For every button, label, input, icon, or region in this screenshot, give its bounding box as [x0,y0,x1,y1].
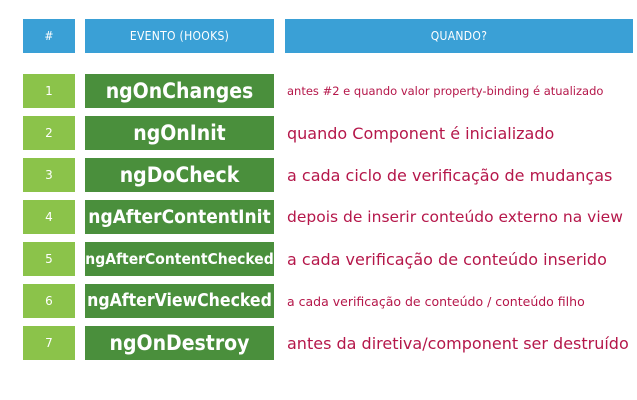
table-row: 7 ngOnDestroy antes da diretiva/componen… [0,326,637,360]
row-number: 6 [23,284,75,318]
row-number: 4 [23,200,75,234]
table-row: 4 ngAfterContentInit depois de inserir c… [0,200,637,234]
row-number: 2 [23,116,75,150]
row-number: 1 [23,74,75,108]
hook-description: antes da diretiva/component ser destruíd… [287,333,629,353]
header-when: QUANDO? [285,19,633,53]
hook-description: antes #2 e quando valor property-binding… [287,84,604,98]
table-row: 6 ngAfterViewChecked a cada verificação … [0,284,637,318]
header-event: EVENTO (HOOKS) [85,19,274,53]
hook-name: ngOnDestroy [85,326,274,360]
table-row: 3 ngDoCheck a cada ciclo de verificação … [0,158,637,192]
hook-description: quando Component é inicializado [287,123,555,143]
table-row: 1 ngOnChanges antes #2 e quando valor pr… [0,74,637,108]
table-row: 2 ngOnInit quando Component é inicializa… [0,116,637,150]
row-number: 7 [23,326,75,360]
table-row: 5 ngAfterContentChecked a cada verificaç… [0,242,637,276]
hook-name: ngAfterContentChecked [85,242,274,276]
hook-description: a cada ciclo de verificação de mudanças [287,165,613,185]
header-number: # [23,19,75,53]
row-number: 5 [23,242,75,276]
hook-name: ngOnChanges [85,74,274,108]
hook-name: ngDoCheck [85,158,274,192]
hook-description: a cada verificação de conteúdo / conteúd… [287,293,585,309]
hook-name: ngOnInit [85,116,274,150]
hook-name: ngAfterContentInit [85,200,274,234]
row-number: 3 [23,158,75,192]
hook-name: ngAfterViewChecked [85,284,274,318]
hook-description: a cada verificação de conteúdo inserido [287,249,607,269]
hook-description: depois de inserir conteúdo externo na vi… [287,208,623,226]
